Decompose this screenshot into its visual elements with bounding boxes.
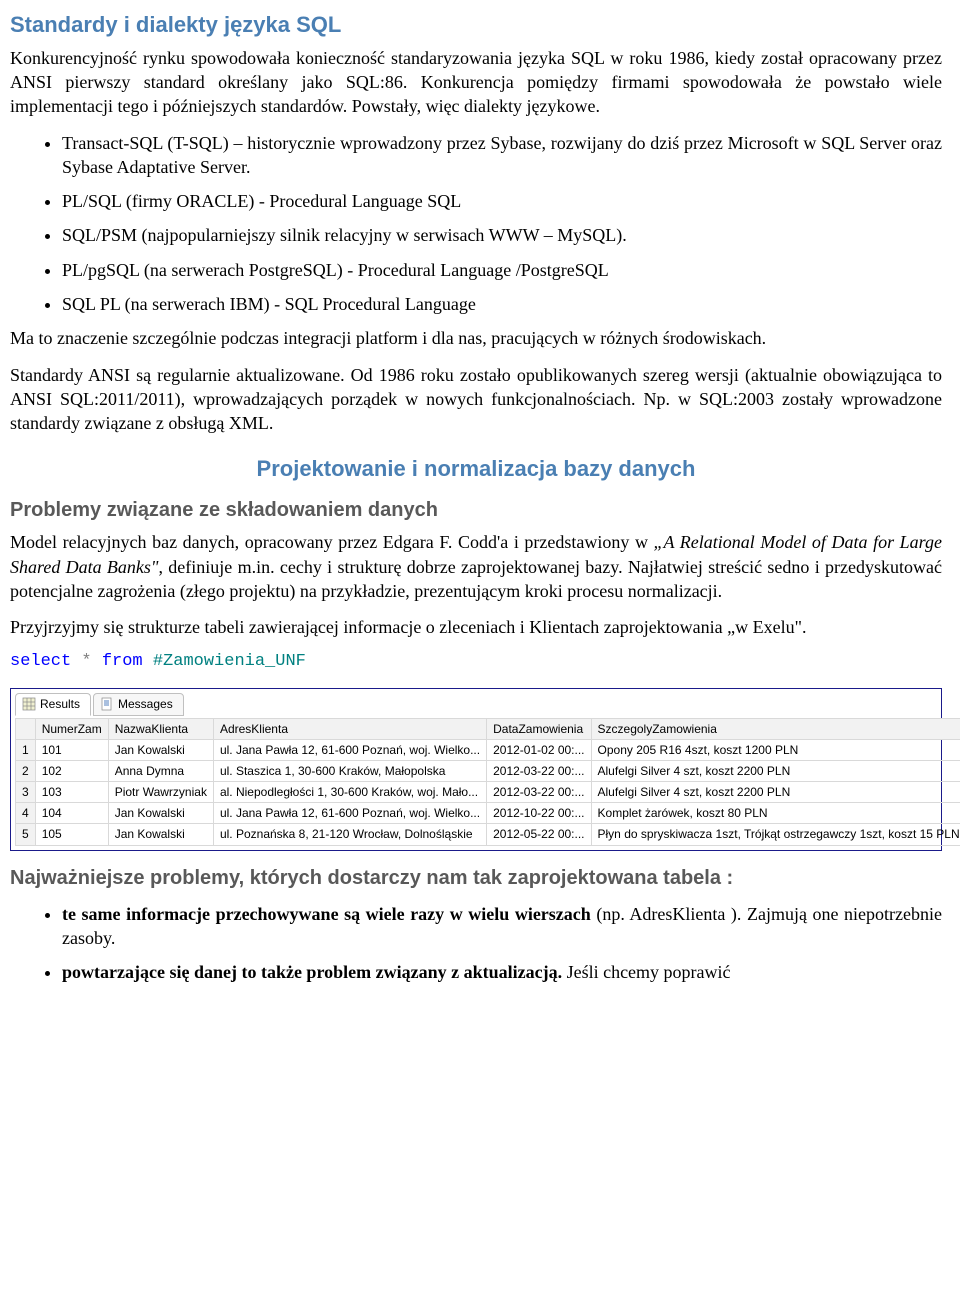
- table-cell: Opony 205 R16 4szt, koszt 1200 PLN: [591, 739, 960, 760]
- table-cell: Piotr Wawrzyniak: [108, 782, 213, 803]
- table-row[interactable]: 5105Jan Kowalskiul. Poznańska 8, 21-120 …: [16, 824, 960, 845]
- sql-star: *: [81, 652, 91, 671]
- table-cell: Alufelgi Silver 4 szt, koszt 2200 PLN: [591, 782, 960, 803]
- results-table: NumerZam NazwaKlienta AdresKlienta DataZ…: [15, 718, 960, 846]
- paragraph: Standardy ANSI są regularnie aktualizowa…: [10, 363, 942, 436]
- rownum-cell: 1: [16, 739, 36, 760]
- subsection-heading: Problemy związane ze składowaniem danych: [10, 497, 942, 524]
- problems-list: te same informacje przechowywane są wiel…: [10, 902, 942, 985]
- rownum-cell: 4: [16, 803, 36, 824]
- tab-messages[interactable]: Messages: [93, 693, 184, 715]
- col-header[interactable]: SzczegolyZamowienia: [591, 718, 960, 739]
- paragraph: Model relacyjnych baz danych, opracowany…: [10, 530, 942, 603]
- rownum-header: [16, 718, 36, 739]
- grid-icon: [22, 697, 36, 711]
- table-cell: Jan Kowalski: [108, 824, 213, 845]
- results-tabs: Results Messages: [15, 693, 937, 715]
- col-header[interactable]: NumerZam: [35, 718, 108, 739]
- rownum-cell: 2: [16, 760, 36, 781]
- list-item: powtarzające się danej to także problem …: [62, 960, 942, 984]
- col-header[interactable]: DataZamowienia: [487, 718, 591, 739]
- table-cell: Płyn do spryskiwacza 1szt, Trójkąt ostrz…: [591, 824, 960, 845]
- table-row[interactable]: 2102Anna Dymnaul. Staszica 1, 30-600 Kra…: [16, 760, 960, 781]
- col-header[interactable]: AdresKlienta: [213, 718, 486, 739]
- table-row[interactable]: 3103Piotr Wawrzyniakal. Niepodległości 1…: [16, 782, 960, 803]
- table-cell: Jan Kowalski: [108, 803, 213, 824]
- table-cell: 2012-03-22 00:...: [487, 760, 591, 781]
- text: Jeśli chcemy poprawić: [562, 962, 730, 982]
- table-cell: Alufelgi Silver 4 szt, koszt 2200 PLN: [591, 760, 960, 781]
- table-row[interactable]: 1101Jan Kowalskiul. Jana Pawła 12, 61-60…: [16, 739, 960, 760]
- results-panel: Results Messages NumerZam NazwaKlienta A…: [10, 688, 942, 850]
- section-heading: Projektowanie i normalizacja bazy danych: [10, 454, 942, 484]
- sql-code: select * from #Zamowienia_UNF: [10, 651, 942, 674]
- tab-label: Messages: [118, 696, 173, 712]
- text: Model relacyjnych baz danych, opracowany…: [10, 532, 654, 552]
- rownum-cell: 5: [16, 824, 36, 845]
- table-cell: Jan Kowalski: [108, 739, 213, 760]
- table-cell: 2012-01-02 00:...: [487, 739, 591, 760]
- document-icon: [100, 697, 114, 711]
- table-cell: 101: [35, 739, 108, 760]
- table-row[interactable]: 4104Jan Kowalskiul. Jana Pawła 12, 61-60…: [16, 803, 960, 824]
- subsection-heading: Najważniejsze problemy, których dostarcz…: [10, 865, 942, 892]
- paragraph: Konkurencyjność rynku spowodowała koniec…: [10, 46, 942, 119]
- table-cell: 2012-05-22 00:...: [487, 824, 591, 845]
- table-cell: ul. Poznańska 8, 21-120 Wrocław, Dolnośl…: [213, 824, 486, 845]
- table-cell: ul. Jana Pawła 12, 61-600 Poznań, woj. W…: [213, 739, 486, 760]
- table-cell: 105: [35, 824, 108, 845]
- table-header-row: NumerZam NazwaKlienta AdresKlienta DataZ…: [16, 718, 960, 739]
- table-cell: Anna Dymna: [108, 760, 213, 781]
- table-cell: 104: [35, 803, 108, 824]
- tab-label: Results: [40, 696, 80, 712]
- sql-keyword: from: [102, 652, 143, 671]
- table-cell: 102: [35, 760, 108, 781]
- col-header[interactable]: NazwaKlienta: [108, 718, 213, 739]
- sql-keyword: select: [10, 652, 71, 671]
- table-cell: al. Niepodległości 1, 30-600 Kraków, woj…: [213, 782, 486, 803]
- rownum-cell: 3: [16, 782, 36, 803]
- table-cell: 2012-10-22 00:...: [487, 803, 591, 824]
- dialect-list: Transact-SQL (T-SQL) – historycznie wpro…: [10, 131, 942, 317]
- sql-identifier: #Zamowienia_UNF: [153, 652, 306, 671]
- paragraph: Ma to znaczenie szczególnie podczas inte…: [10, 326, 942, 350]
- list-item: Transact-SQL (T-SQL) – historycznie wpro…: [62, 131, 942, 180]
- list-item: PL/SQL (firmy ORACLE) - Procedural Langu…: [62, 189, 942, 213]
- page-title: Standardy i dialekty języka SQL: [10, 10, 942, 40]
- list-item: SQL/PSM (najpopularniejszy silnik relacy…: [62, 223, 942, 247]
- text-bold: te same informacje przechowywane są wiel…: [62, 904, 591, 924]
- list-item: te same informacje przechowywane są wiel…: [62, 902, 942, 951]
- tab-results[interactable]: Results: [15, 693, 91, 715]
- table-cell: 2012-03-22 00:...: [487, 782, 591, 803]
- table-cell: 103: [35, 782, 108, 803]
- text-bold: powtarzające się danej to także problem …: [62, 962, 562, 982]
- table-cell: ul. Jana Pawła 12, 61-600 Poznań, woj. W…: [213, 803, 486, 824]
- table-cell: ul. Staszica 1, 30-600 Kraków, Małopolsk…: [213, 760, 486, 781]
- paragraph: Przyjrzyjmy się strukturze tabeli zawier…: [10, 615, 942, 639]
- table-cell: Komplet żarówek, koszt 80 PLN: [591, 803, 960, 824]
- list-item: PL/pgSQL (na serwerach PostgreSQL) - Pro…: [62, 258, 942, 282]
- list-item: SQL PL (na serwerach IBM) - SQL Procedur…: [62, 292, 942, 316]
